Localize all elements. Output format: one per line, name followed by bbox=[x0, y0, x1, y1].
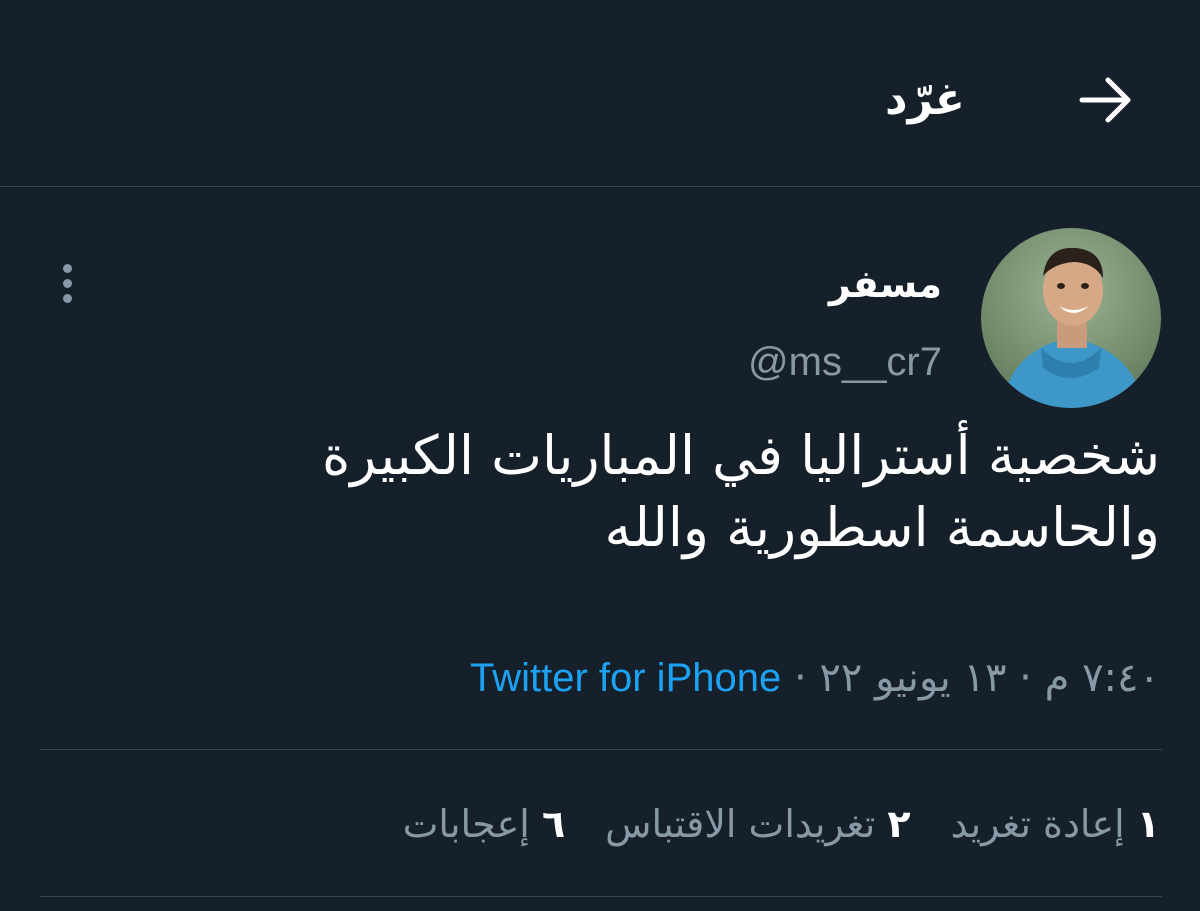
meta-separator: · bbox=[793, 655, 807, 701]
vertical-dots-icon bbox=[62, 263, 72, 273]
arrow-right-icon bbox=[1079, 77, 1131, 123]
tweet-page: غرّد مسفر @ms__cr7 شخصية أستراليا في الم… bbox=[0, 0, 1200, 911]
tweet-date[interactable]: ١٣ يونيو ٢٢ bbox=[819, 655, 1006, 701]
retweets-count: ١ bbox=[1136, 802, 1160, 846]
quote-tweets-count: ٢ bbox=[887, 802, 911, 846]
meta-separator: · bbox=[1019, 655, 1032, 701]
dot bbox=[62, 293, 72, 303]
retweets-label: إعادة تغريد bbox=[950, 802, 1125, 846]
likes-label: إعجابات bbox=[402, 802, 530, 846]
avatar[interactable] bbox=[981, 228, 1161, 408]
user-handle[interactable]: @ms__cr7 bbox=[748, 334, 942, 390]
divider bbox=[40, 896, 1162, 897]
tweet-text: شخصية أستراليا في المباريات الكبيرة والح… bbox=[160, 420, 1160, 564]
quote-tweets-stat[interactable]: ٢ تغريدات الاقتباس bbox=[605, 796, 910, 852]
retweets-stat[interactable]: ١ إعادة تغريد bbox=[951, 796, 1160, 852]
top-header: غرّد bbox=[0, 0, 1200, 187]
tweet-source-link[interactable]: Twitter for iPhone bbox=[470, 656, 781, 700]
divider bbox=[40, 749, 1162, 750]
tweet-text-line: والحاسمة اسطورية والله bbox=[604, 496, 1160, 559]
user-avatar-image bbox=[981, 228, 1161, 408]
tweet-text-line: شخصية أستراليا في المباريات الكبيرة bbox=[322, 424, 1160, 487]
back-button[interactable] bbox=[1068, 64, 1144, 136]
display-name[interactable]: مسفر bbox=[829, 258, 942, 310]
quote-tweets-label: تغريدات الاقتباس bbox=[605, 802, 876, 846]
likes-count: ٦ bbox=[541, 802, 566, 846]
tweet-meta: ٧:٤٠ م · ١٣ يونيو ٢٢ · Twitter for iPhon… bbox=[470, 650, 1160, 706]
more-options-button[interactable] bbox=[48, 256, 86, 310]
tweet-time[interactable]: ٧:٤٠ م bbox=[1045, 655, 1160, 701]
dot bbox=[62, 278, 72, 288]
likes-stat[interactable]: ٦ إعجابات bbox=[403, 796, 566, 852]
tweet-stats: ١ إعادة تغريد ٢ تغريدات الاقتباس ٦ إعجاب… bbox=[403, 796, 1160, 852]
page-title: غرّد bbox=[884, 74, 965, 125]
